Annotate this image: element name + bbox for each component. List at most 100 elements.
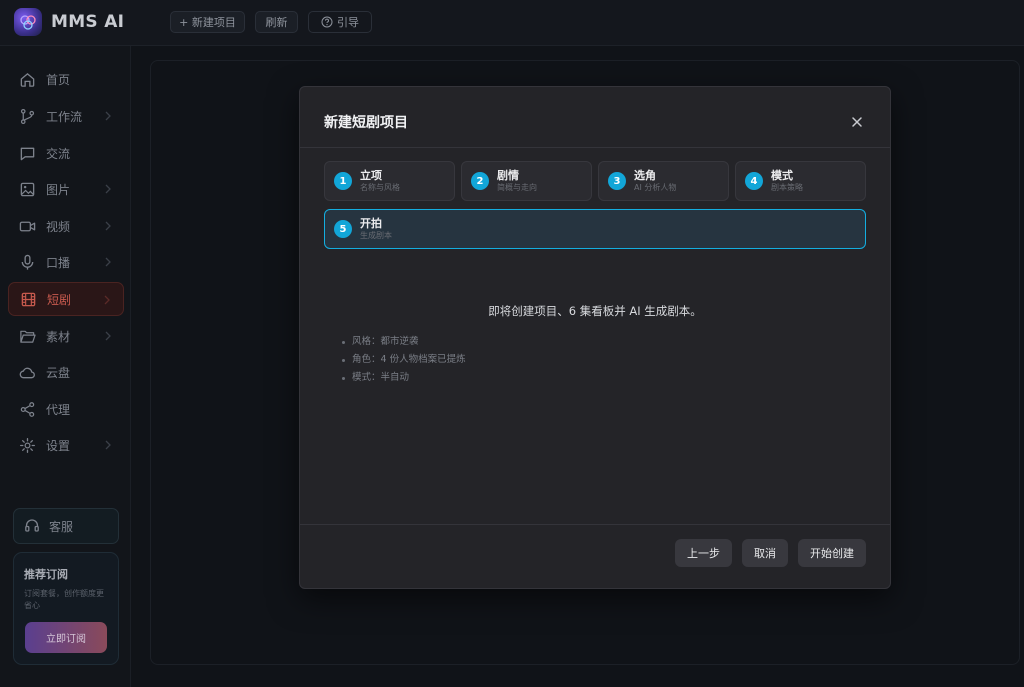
bullet-dot [342,376,345,380]
sidebar-item-images[interactable]: 图片 [8,172,124,206]
video-camera-icon [19,221,36,231]
new-project-button[interactable]: + 新建项目 [170,11,245,33]
divider [300,147,890,148]
image-icon [20,182,35,196]
home-icon [20,72,35,87]
start-create-button[interactable]: 开始创建 [798,539,866,567]
film-icon [21,292,36,306]
chevron-right-icon [105,257,111,267]
step-number: 2 [471,172,489,190]
chevron-right-icon [105,111,111,121]
bullet-dot [342,358,345,362]
subscribe-title: 推荐订阅 [24,568,68,581]
sidebar: 首页 工作流 交流 图片 视频 口播 短剧 素材 云盘 代理 设置 客服 推荐订… [0,46,131,687]
message-square-icon [20,147,35,160]
start-create-label: 开始创建 [810,547,854,560]
step-sub: AI 分析人物 [634,183,677,192]
step-sub: 名称与风格 [360,183,400,192]
subscribe-button[interactable]: 立即订阅 [25,622,107,653]
divider [300,524,890,525]
support-label: 客服 [49,519,74,534]
sidebar-item-label: 视频 [46,219,71,234]
sidebar-item-assets[interactable]: 素材 [8,319,124,353]
guide-label: 引导 [337,16,359,29]
share-icon [20,401,35,417]
cancel-label: 取消 [754,547,776,560]
gear-icon [20,437,35,453]
chevron-right-icon [105,221,111,231]
brand-name: MMS AI [51,12,125,32]
list-item-text: 角色：4 份人物档案已提炼 [352,354,466,365]
step-label: 立项 [360,169,382,182]
subscribe-card: 推荐订阅 订阅套餐，创作额度更省心 立即订阅 [13,552,119,665]
microphone-icon [21,254,34,270]
cancel-button[interactable]: 取消 [742,539,788,567]
sidebar-item-workflow[interactable]: 工作流 [8,99,124,133]
step-3[interactable]: 3 选角 AI 分析人物 [598,161,729,201]
step-2[interactable]: 2 剧情 简概与走向 [461,161,592,201]
chevron-right-icon [105,184,111,194]
sidebar-item-label: 交流 [46,146,71,161]
new-project-label: + 新建项目 [179,16,236,29]
step-5[interactable]: 5 开拍 生成剧本 [324,209,866,249]
previous-step-button[interactable]: 上一步 [675,539,732,567]
help-circle-icon [321,16,333,28]
sidebar-item-home[interactable]: 首页 [8,62,124,96]
list-item-text: 风格：都市逆袭 [352,336,419,347]
sidebar-item-label: 素材 [46,329,71,344]
brand[interactable]: MMS AI [14,8,124,36]
step-number: 5 [334,220,352,238]
subscribe-button-label: 立即订阅 [46,634,86,645]
list-item: 风格：都市逆袭 [342,333,466,351]
step-number: 3 [608,172,626,190]
sidebar-item-cloud[interactable]: 云盘 [8,355,124,389]
sidebar-item-settings[interactable]: 设置 [8,428,124,462]
chevron-right-icon [104,295,110,305]
git-branch-icon [20,108,35,124]
bullet-dot [342,340,345,344]
sidebar-item-voice[interactable]: 口播 [8,245,124,279]
folder-open-icon [20,330,36,343]
chevron-right-icon [105,440,111,450]
subscribe-desc: 订阅套餐，创作额度更省心 [24,589,104,610]
sidebar-item-short-drama[interactable]: 短剧 [8,282,124,316]
step-sub: 生成剧本 [360,231,392,240]
step-4[interactable]: 4 模式 剧本策略 [735,161,866,201]
support-button[interactable]: 客服 [13,508,119,544]
brain-logo-icon [14,8,42,36]
step-1[interactable]: 1 立项 名称与风格 [324,161,455,201]
sidebar-item-label: 云盘 [46,365,71,380]
create-summary: 即将创建项目、6 集看板并 AI 生成剧本。 [488,304,702,318]
chevron-right-icon [105,331,111,341]
step-label: 剧情 [497,169,519,182]
guide-button[interactable]: 引导 [308,11,372,33]
list-item: 角色：4 份人物档案已提炼 [342,351,466,369]
sidebar-item-label: 工作流 [46,109,83,124]
cloud-icon [19,367,35,378]
sidebar-item-label: 口播 [46,255,71,270]
list-item: 模式：半自动 [342,369,466,387]
step-sub: 剧本策略 [771,183,803,192]
sidebar-item-label: 图片 [46,182,71,197]
summary-list: 风格：都市逆袭 角色：4 份人物档案已提炼 模式：半自动 [342,333,466,387]
sidebar-item-label: 短剧 [47,292,72,307]
headset-icon [25,519,39,532]
close-icon[interactable] [850,115,864,129]
new-short-drama-dialog: 新建短剧项目 1 立项 名称与风格 2 剧情 简概与走向 3 选角 AI 分析人… [299,86,891,589]
dialog-title: 新建短剧项目 [324,115,408,131]
list-item-text: 模式：半自动 [352,372,410,383]
step-number: 4 [745,172,763,190]
refresh-label: 刷新 [265,16,288,29]
top-bar: MMS AI + 新建项目 刷新 引导 [0,0,1024,46]
previous-step-label: 上一步 [687,547,720,560]
sidebar-item-label: 首页 [46,72,71,87]
sidebar-item-video[interactable]: 视频 [8,209,124,243]
sidebar-item-chat[interactable]: 交流 [8,136,124,170]
step-label: 选角 [634,169,656,182]
sidebar-item-label: 设置 [46,438,71,453]
step-number: 1 [334,172,352,190]
step-label: 开拍 [360,217,382,230]
sidebar-item-label: 代理 [46,402,71,417]
refresh-button[interactable]: 刷新 [255,11,298,33]
sidebar-item-agent[interactable]: 代理 [8,392,124,426]
